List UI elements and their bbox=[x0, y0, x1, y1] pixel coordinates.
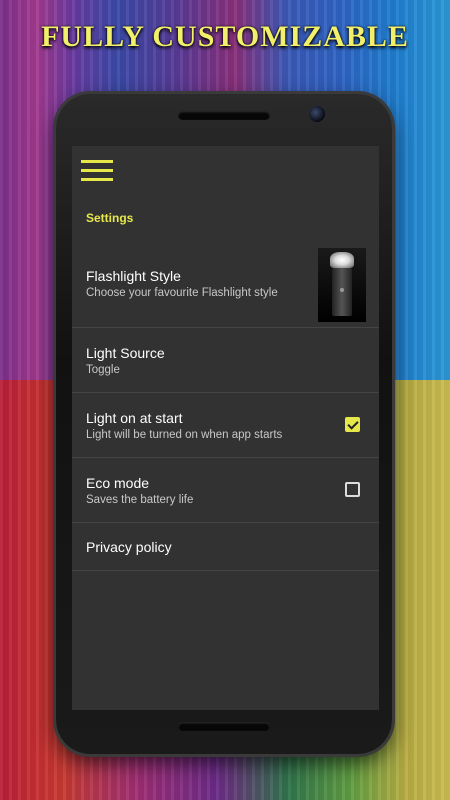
setting-title: Privacy policy bbox=[86, 539, 172, 555]
settings-screen: Settings Flashlight Style Choose your fa… bbox=[72, 146, 379, 710]
hamburger-menu-icon[interactable] bbox=[81, 160, 113, 184]
setting-title: Eco mode bbox=[86, 475, 150, 491]
setting-subtitle: Choose your favourite Flashlight style bbox=[86, 287, 278, 299]
setting-subtitle: Light will be turned on when app starts bbox=[86, 429, 283, 441]
setting-title: Light Source bbox=[86, 345, 165, 361]
light-on-at-start-checkbox[interactable] bbox=[345, 417, 360, 432]
setting-flashlight-style[interactable]: Flashlight Style Choose your favourite F… bbox=[72, 242, 379, 328]
setting-subtitle: Saves the battery life bbox=[86, 494, 194, 506]
bottom-speaker bbox=[178, 722, 270, 731]
earpiece-speaker bbox=[178, 111, 270, 120]
promo-headline: FULLY CUSTOMIZABLE bbox=[41, 20, 409, 53]
front-camera bbox=[309, 106, 325, 122]
setting-privacy-policy[interactable]: Privacy policy bbox=[72, 523, 379, 571]
setting-title: Flashlight Style bbox=[86, 268, 181, 284]
setting-subtitle: Toggle bbox=[86, 364, 120, 376]
eco-mode-checkbox[interactable] bbox=[345, 482, 360, 497]
phone-frame: Settings Flashlight Style Choose your fa… bbox=[56, 94, 392, 754]
setting-eco-mode[interactable]: Eco mode Saves the battery life bbox=[72, 458, 379, 523]
flashlight-preview-thumbnail[interactable] bbox=[318, 248, 366, 322]
setting-light-on-at-start[interactable]: Light on at start Light will be turned o… bbox=[72, 393, 379, 458]
setting-light-source[interactable]: Light Source Toggle bbox=[72, 328, 379, 393]
settings-section-header: Settings bbox=[86, 211, 134, 225]
setting-title: Light on at start bbox=[86, 410, 183, 426]
